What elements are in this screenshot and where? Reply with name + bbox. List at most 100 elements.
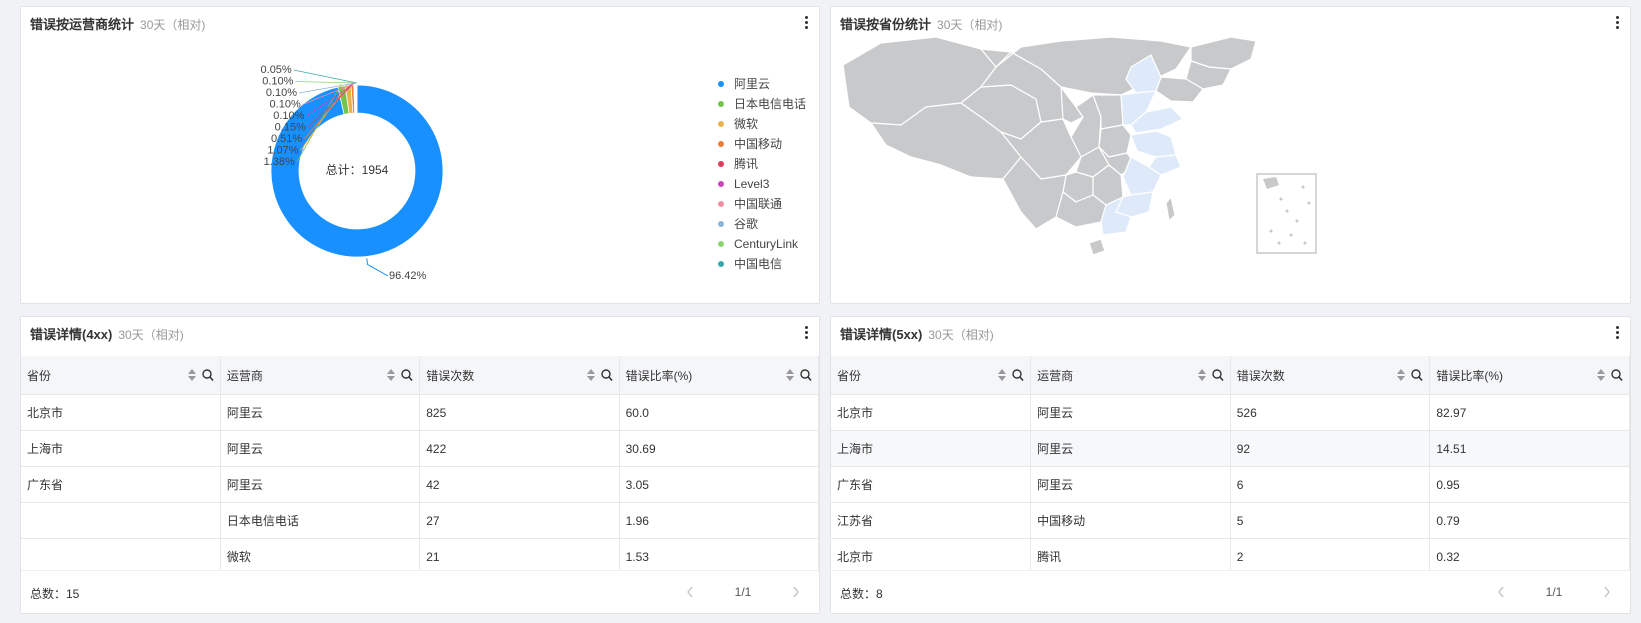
legend-item[interactable]: 微软 <box>718 114 806 134</box>
legend-label: 阿里云 <box>734 77 771 91</box>
table-row[interactable]: 广东省 阿里云 42 3.05 <box>21 466 819 503</box>
table-header-row: 省份 运营商 错误次数 错误比率(%) <box>21 356 819 395</box>
table-row[interactable]: 日本电信电话 27 1.96 <box>21 502 819 539</box>
legend-item[interactable]: 日本电信电话 <box>718 94 806 114</box>
sort-icon[interactable] <box>187 368 196 382</box>
column-header[interactable]: 错误比率(%) <box>1429 356 1630 395</box>
sort-icon[interactable] <box>1397 368 1406 382</box>
table-row[interactable]: 广东省 阿里云 6 0.95 <box>831 466 1630 503</box>
label-leader-line <box>366 258 389 277</box>
slice-percent-label: 0.51% <box>271 133 302 145</box>
error-table: 省份 运营商 错误次数 错误比率(%) 北京市 阿里云 526 82.97 上海市 阿里云 92 1… <box>831 356 1630 575</box>
column-tools <box>387 368 413 382</box>
table-row[interactable]: 上海市 阿里云 422 30.69 <box>21 430 819 467</box>
more-menu-icon[interactable] <box>802 15 810 31</box>
slice-percent-label: 0.10% <box>270 99 301 111</box>
table-cell: 825 <box>419 394 620 431</box>
map-region-hainan[interactable] <box>1088 238 1106 256</box>
legend-item[interactable]: 中国电信 <box>718 254 806 274</box>
next-page-icon[interactable] <box>791 583 801 601</box>
legend-label: 中国移动 <box>734 137 783 151</box>
sort-icon[interactable] <box>387 368 396 382</box>
table-cell: 14.51 <box>1429 430 1630 467</box>
legend-dot-icon <box>718 181 724 187</box>
table-cell: 30.69 <box>619 430 819 467</box>
column-header[interactable]: 错误次数 <box>419 356 620 395</box>
province-stats-panel: 错误按省份统计 30天（相对) <box>830 6 1631 304</box>
table-cell: 上海市 <box>831 430 1032 467</box>
next-page-icon[interactable] <box>1602 583 1612 601</box>
search-icon[interactable] <box>1212 368 1224 382</box>
table-row[interactable]: 北京市 阿里云 526 82.97 <box>831 394 1630 431</box>
sort-icon[interactable] <box>998 368 1007 382</box>
column-header[interactable]: 错误次数 <box>1230 356 1431 395</box>
legend-dot-icon <box>718 101 724 107</box>
table-cell <box>21 502 221 539</box>
prev-page-icon[interactable] <box>1496 583 1506 601</box>
page-indicator: 1/1 <box>734 585 752 599</box>
search-icon[interactable] <box>401 368 413 382</box>
table-cell: 82.97 <box>1429 394 1630 431</box>
column-tools <box>998 368 1024 382</box>
map-region-taiwan[interactable] <box>1165 196 1176 222</box>
table-cell: 1.96 <box>619 502 819 539</box>
search-icon[interactable] <box>800 368 812 382</box>
table-cell: 阿里云 <box>220 430 421 467</box>
table-footer: 总数：15 1/1 <box>21 570 819 613</box>
table-cell: 阿里云 <box>220 394 421 431</box>
search-icon[interactable] <box>1411 368 1423 382</box>
slice-percent-label: 0.05% <box>261 64 292 76</box>
sort-icon[interactable] <box>586 368 595 382</box>
table-row[interactable]: 北京市 阿里云 825 60.0 <box>21 394 819 431</box>
map-region-jiangsu[interactable] <box>1130 130 1177 158</box>
more-menu-icon[interactable] <box>1613 325 1621 341</box>
column-header[interactable]: 运营商 <box>220 356 421 395</box>
legend-label: 中国联通 <box>734 197 783 211</box>
sort-icon[interactable] <box>1597 368 1605 382</box>
search-icon[interactable] <box>1611 368 1623 382</box>
column-header[interactable]: 省份 <box>21 356 221 395</box>
search-icon[interactable] <box>1012 368 1024 382</box>
panel-subtitle: 30天（相对) <box>118 328 184 342</box>
pagination: 1/1 <box>1496 583 1612 601</box>
legend-item[interactable]: 中国移动 <box>718 134 806 154</box>
table-cell: 0.95 <box>1429 466 1630 503</box>
legend-item[interactable]: CenturyLink <box>718 234 806 254</box>
table-cell: 3.05 <box>619 466 819 503</box>
column-header[interactable]: 错误比率(%) <box>619 356 819 395</box>
legend-label: 谷歌 <box>734 217 759 231</box>
label-leader-line <box>295 81 357 84</box>
slice-percent-label: 1.38% <box>264 156 295 168</box>
south-china-sea-islands <box>1263 177 1311 245</box>
table-cell: 广东省 <box>831 466 1032 503</box>
search-icon[interactable] <box>202 368 214 382</box>
legend-item[interactable]: 中国联通 <box>718 194 806 214</box>
column-header[interactable]: 省份 <box>831 356 1032 395</box>
slice-percent-label: 0.10% <box>262 76 293 88</box>
page-indicator: 1/1 <box>1545 585 1563 599</box>
legend-item[interactable]: Level3 <box>718 174 806 194</box>
legend-item[interactable]: 谷歌 <box>718 214 806 234</box>
table-row[interactable]: 江苏省 中国移动 5 0.79 <box>831 502 1630 539</box>
table-cell: 6 <box>1230 466 1431 503</box>
column-tools <box>187 368 214 382</box>
search-icon[interactable] <box>600 368 613 382</box>
legend-item[interactable]: 阿里云 <box>718 74 806 94</box>
prev-page-icon[interactable] <box>685 583 695 601</box>
table-cell: 5 <box>1230 502 1431 539</box>
table-cell: 0.79 <box>1429 502 1630 539</box>
donut-total-label: 总计：1954 <box>326 163 389 177</box>
column-header[interactable]: 运营商 <box>1030 356 1231 395</box>
column-tools <box>586 368 613 382</box>
more-menu-icon[interactable] <box>802 325 810 341</box>
column-header-label: 省份 <box>837 368 862 383</box>
china-map <box>842 36 1317 256</box>
panel-header: 错误详情(5xx) 30天（相对) <box>840 325 994 345</box>
sort-icon[interactable] <box>1197 368 1206 382</box>
table-row[interactable]: 上海市 阿里云 92 14.51 <box>831 430 1630 467</box>
slice-percent-label: 0.15% <box>275 122 306 134</box>
sort-icon[interactable] <box>786 368 794 382</box>
legend-item[interactable]: 腾讯 <box>718 154 806 174</box>
error-5xx-panel: 错误详情(5xx) 30天（相对) 省份 运营商 错误次数 错误比率(%) 北京市 阿里云… <box>830 316 1631 614</box>
legend-dot-icon <box>718 141 724 147</box>
